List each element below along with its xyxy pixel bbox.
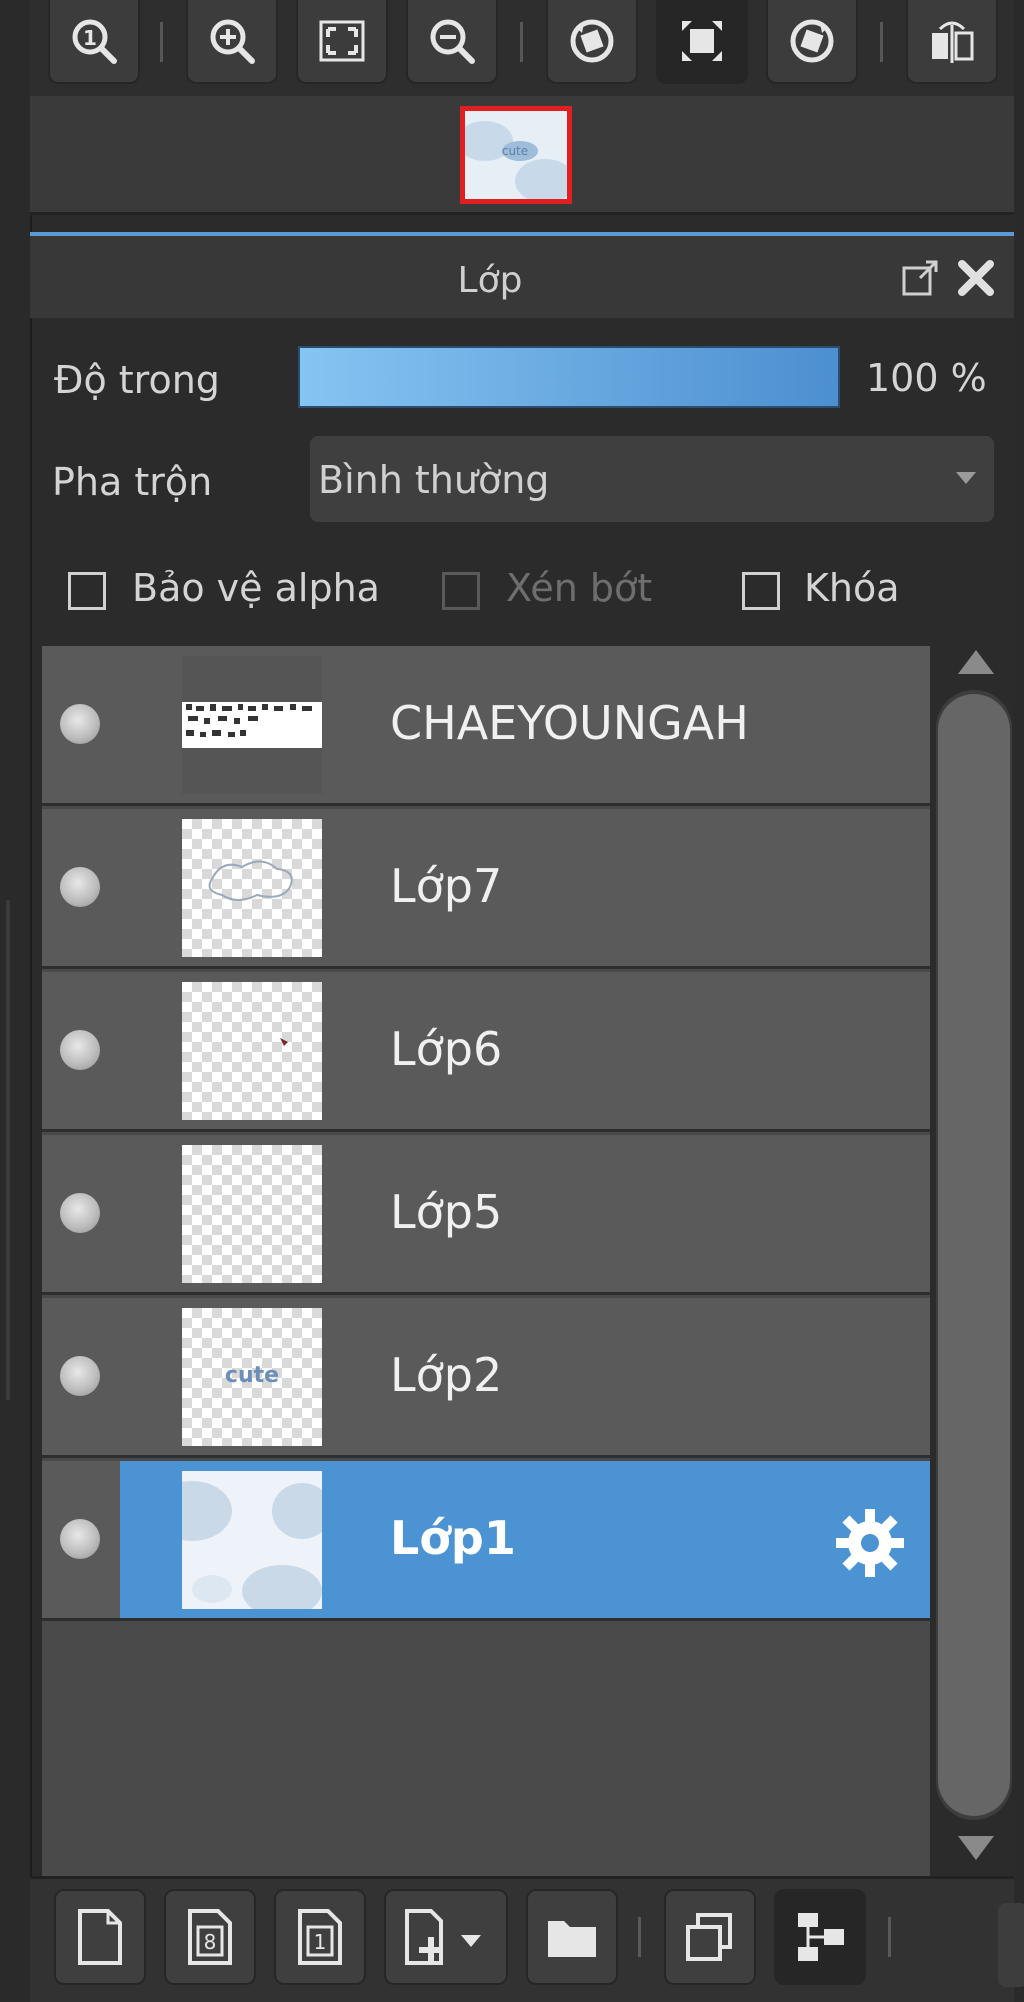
opacity-label: Độ trong	[54, 358, 220, 402]
right-panel-edge	[1014, 0, 1024, 1999]
navigator-panel: cute	[30, 96, 1014, 215]
layer-thumbnail	[182, 656, 322, 794]
fullscreen-icon	[682, 21, 722, 61]
layer-thumbnail	[182, 982, 322, 1120]
zoom-out-icon	[430, 19, 475, 64]
popout-icon[interactable]	[898, 256, 942, 300]
layer-row-selected[interactable]: Lớp1	[42, 1461, 930, 1621]
layer-name: Lớp5	[390, 1185, 503, 1239]
opacity-slider[interactable]	[298, 346, 840, 408]
canvas-preview-image: cute	[465, 111, 567, 199]
chevron-down-icon	[956, 472, 976, 484]
new-8bit-layer-button[interactable]: 8	[164, 1889, 256, 1985]
add-layer-menu-icon	[405, 1909, 481, 1965]
layer-row[interactable]: Lớp6	[42, 972, 930, 1132]
layer-structure-icon	[798, 1913, 844, 1961]
splitter-handle[interactable]	[6, 900, 10, 1400]
fit-screen-button[interactable]	[296, 0, 388, 84]
visibility-toggle[interactable]	[60, 704, 100, 744]
visibility-toggle[interactable]	[60, 1193, 100, 1233]
new-layer-icon	[78, 1909, 122, 1965]
scroll-down-arrow[interactable]	[958, 1836, 994, 1860]
svg-text:1: 1	[314, 1930, 327, 1954]
layer-row[interactable]: CHAEYOUNGAH	[42, 646, 930, 806]
layer-thumbnail: cute	[182, 1308, 322, 1446]
rotate-right-button[interactable]	[766, 0, 858, 84]
lock-checkbox[interactable]	[742, 572, 780, 610]
visibility-toggle[interactable]	[60, 1519, 100, 1559]
navigator-preview[interactable]: cute	[460, 106, 572, 204]
layer-row[interactable]: cute Lớp2	[42, 1298, 930, 1458]
svg-text:cute: cute	[502, 144, 528, 158]
layer-row[interactable]: Lớp5	[42, 1135, 930, 1295]
layer-name: Lớp7	[390, 859, 503, 913]
new-8bit-layer-icon: 8	[188, 1909, 232, 1965]
view-toolbar: 1	[30, 0, 1014, 96]
rotate-right-icon	[790, 19, 834, 63]
fullscreen-button[interactable]	[656, 0, 748, 84]
protect-alpha-checkbox[interactable]	[68, 572, 106, 610]
new-1bit-layer-icon: 1	[298, 1909, 342, 1965]
layer-structure-button[interactable]	[774, 1889, 866, 1985]
protect-alpha-label: Bảo vệ alpha	[132, 566, 380, 610]
layer-name: CHAEYOUNGAH	[390, 696, 749, 750]
clipping-label: Xén bớt	[506, 566, 653, 610]
blend-mode-select[interactable]: Bình thường	[310, 436, 994, 522]
zoom-in-icon	[210, 19, 255, 64]
left-panel-edge	[0, 0, 32, 1999]
layer-thumbnail	[182, 819, 322, 957]
new-layer-button[interactable]	[54, 1889, 146, 1985]
layer-list: CHAEYOUNGAH Lớp7 Lớp6 Lớp5 cute Lớp2 Lớp…	[42, 646, 930, 1876]
duplicate-layer-icon	[686, 1913, 732, 1961]
panel-title: Lớp	[457, 260, 523, 301]
layer-actions-toolbar: 8 1	[30, 1876, 1024, 2002]
close-icon[interactable]	[952, 254, 1000, 302]
zoom-actual-icon: 1	[72, 19, 117, 64]
layer-thumbnail	[182, 1145, 322, 1283]
flip-icon	[932, 21, 974, 63]
layers-panel-header: Lớp	[30, 232, 1014, 318]
fit-screen-icon	[319, 20, 365, 62]
zoom-in-button[interactable]	[186, 0, 278, 84]
rotate-left-icon	[570, 19, 614, 63]
blend-mode-value: Bình thường	[318, 458, 550, 502]
flip-horizontal-button[interactable]	[906, 0, 998, 84]
visibility-toggle[interactable]	[60, 867, 100, 907]
gear-icon[interactable]	[832, 1505, 908, 1581]
scrollbar-thumb[interactable]	[938, 694, 1010, 1816]
new-folder-button[interactable]	[526, 1889, 618, 1985]
duplicate-layer-button[interactable]	[664, 1889, 756, 1985]
layer-name: Lớp6	[390, 1022, 503, 1076]
opacity-value: 100 %	[866, 356, 987, 400]
lock-label: Khóa	[804, 566, 900, 610]
blend-mode-label: Pha trộn	[52, 460, 213, 504]
new-folder-icon	[548, 1921, 596, 1957]
zoom-actual-button[interactable]: 1	[48, 0, 140, 84]
clipping-checkbox	[442, 572, 480, 610]
new-1bit-layer-button[interactable]: 1	[274, 1889, 366, 1985]
svg-text:1: 1	[83, 26, 97, 50]
visibility-toggle[interactable]	[60, 1030, 100, 1070]
visibility-toggle[interactable]	[60, 1356, 100, 1396]
layer-name: Lớp2	[390, 1348, 503, 1402]
panel-resize-handle[interactable]	[998, 1903, 1024, 1987]
layer-thumbnail	[182, 1471, 322, 1609]
add-layer-menu-button[interactable]	[384, 1889, 508, 1985]
svg-text:8: 8	[204, 1930, 217, 1954]
svg-text:cute: cute	[225, 1363, 279, 1388]
zoom-out-button[interactable]	[406, 0, 498, 84]
layer-row[interactable]: Lớp7	[42, 809, 930, 969]
layer-name: Lớp1	[390, 1511, 516, 1565]
scroll-up-arrow[interactable]	[958, 650, 994, 674]
rotate-left-button[interactable]	[546, 0, 638, 84]
